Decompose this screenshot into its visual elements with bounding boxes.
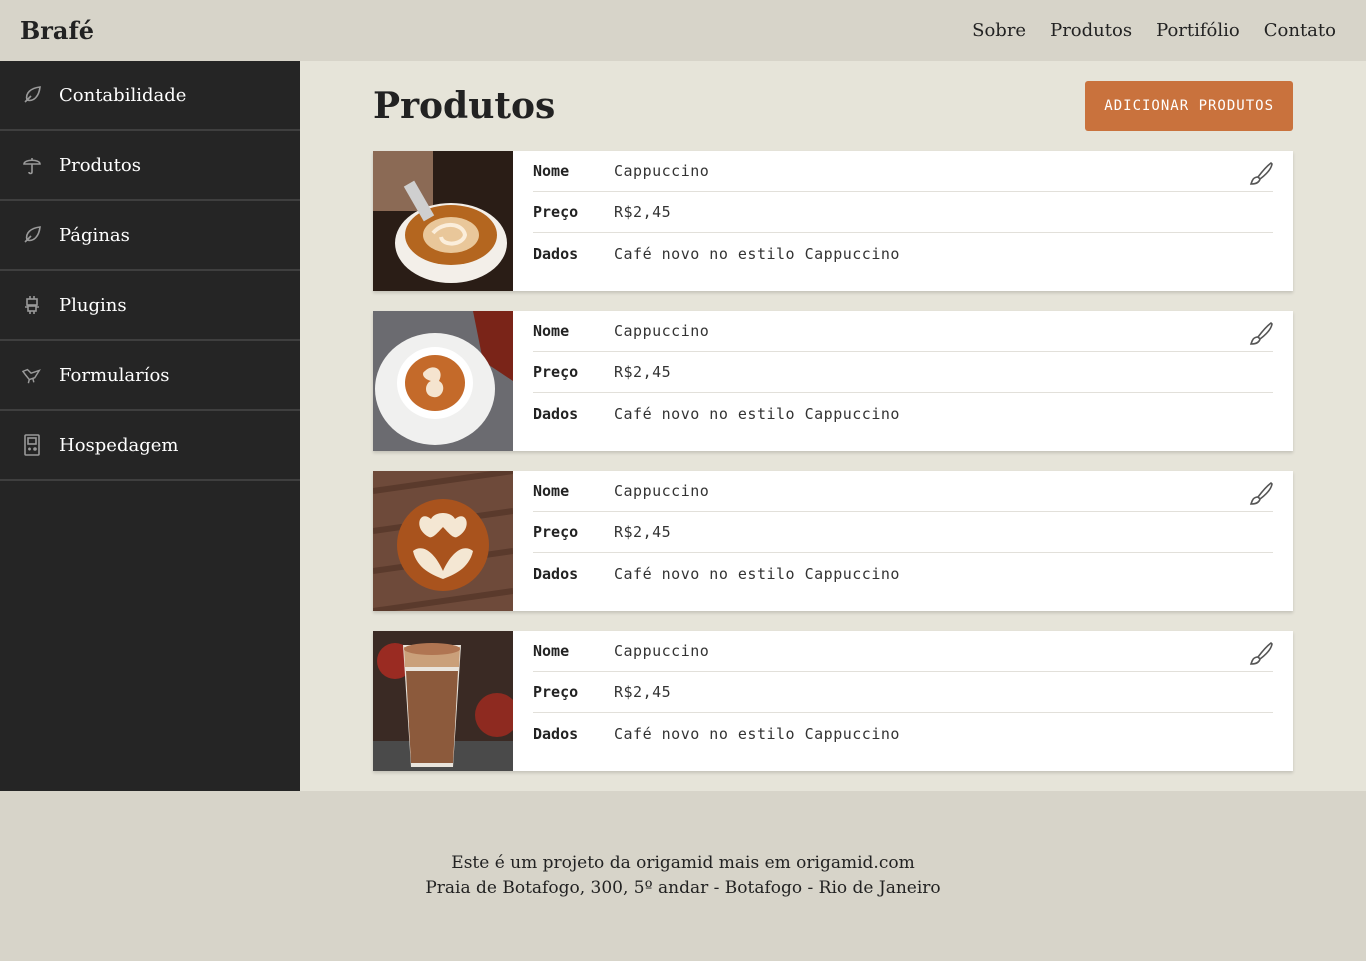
bird-icon — [22, 364, 42, 386]
nav-link-sobre[interactable]: Sobre — [972, 20, 1026, 41]
field-label-dados: Dados — [533, 564, 579, 583]
gameboy-icon — [22, 434, 42, 456]
sidebar-item-label: Contabilidade — [59, 84, 187, 106]
leaf-icon — [22, 224, 42, 246]
field-label-dados: Dados — [533, 244, 579, 263]
main-content: Produtos ADICIONAR PRODUTOS Nome Cappucci… — [300, 61, 1366, 791]
product-description: Café novo no estilo Cappuccino — [614, 244, 900, 263]
umbrella-icon — [22, 154, 42, 176]
field-label-nome: Nome — [533, 642, 570, 660]
product-card: Nome Cappuccino Preço R$2,45 Dados Café nov… — [373, 471, 1293, 611]
field-label-nome: Nome — [533, 482, 570, 500]
product-image — [373, 631, 513, 771]
sidebar-item-paginas[interactable]: Páginas — [0, 201, 300, 271]
sidebar-item-label: Páginas — [59, 224, 130, 246]
product-price: R$2,45 — [614, 523, 672, 541]
footer-address: Praia de Botafogo, 300, 5º andar - Botaf… — [425, 878, 941, 898]
sidebar-item-hospedagem[interactable]: Hospedagem — [0, 411, 300, 481]
field-label-nome: Nome — [533, 322, 570, 340]
product-name: Cappuccino — [614, 642, 710, 660]
sidebar-item-label: Hospedagem — [59, 434, 179, 456]
product-image — [373, 471, 513, 611]
field-label-nome: Nome — [533, 162, 570, 180]
field-label-preco: Preço — [533, 523, 579, 541]
top-header: Brafé Sobre Produtos Portifólio Contato — [0, 0, 1366, 61]
product-price: R$2,45 — [614, 363, 672, 381]
brush-edit-icon[interactable] — [1247, 160, 1275, 188]
field-label-preco: Preço — [533, 683, 579, 701]
sidebar-item-label: Plugins — [59, 294, 127, 316]
brand-logo[interactable]: Brafé — [20, 16, 94, 45]
brush-edit-icon[interactable] — [1247, 640, 1275, 668]
footer-credit: Este é um projeto da origamid mais em or… — [451, 853, 915, 873]
product-name: Cappuccino — [614, 322, 710, 340]
product-card: Nome Cappuccino Preço R$2,45 Dados Café nov… — [373, 151, 1293, 291]
sidebar-item-contabilidade[interactable]: Contabilidade — [0, 61, 300, 131]
field-label-preco: Preço — [533, 203, 579, 221]
leaf-icon — [22, 84, 42, 106]
top-nav: Sobre Produtos Portifólio Contato — [972, 20, 1346, 41]
product-image — [373, 311, 513, 451]
robot-icon — [22, 294, 42, 316]
product-name: Cappuccino — [614, 162, 710, 180]
sidebar-item-label: Produtos — [59, 154, 141, 176]
product-image — [373, 151, 513, 291]
sidebar-item-plugins[interactable]: Plugins — [0, 271, 300, 341]
product-description: Café novo no estilo Cappuccino — [614, 404, 900, 423]
product-price: R$2,45 — [614, 683, 672, 701]
brush-edit-icon[interactable] — [1247, 320, 1275, 348]
sidebar-item-produtos[interactable]: Produtos — [0, 131, 300, 201]
sidebar-item-label: Formularíos — [59, 364, 170, 386]
product-card: Nome Cappuccino Preço R$2,45 Dados Café nov… — [373, 311, 1293, 451]
nav-link-contato[interactable]: Contato — [1264, 20, 1336, 41]
product-name: Cappuccino — [614, 482, 710, 500]
page-title: Produtos — [373, 85, 556, 127]
product-price: R$2,45 — [614, 203, 672, 221]
sidebar: Contabilidade Produtos Páginas Plugins F… — [0, 61, 300, 791]
field-label-dados: Dados — [533, 404, 579, 423]
sidebar-item-formularios[interactable]: Formularíos — [0, 341, 300, 411]
nav-link-produtos[interactable]: Produtos — [1050, 20, 1132, 41]
brush-edit-icon[interactable] — [1247, 480, 1275, 508]
field-label-preco: Preço — [533, 363, 579, 381]
product-card: Nome Cappuccino Preço R$2,45 Dados Café nov… — [373, 631, 1293, 771]
footer: Este é um projeto da origamid mais em or… — [0, 791, 1366, 961]
field-label-dados: Dados — [533, 724, 579, 743]
product-description: Café novo no estilo Cappuccino — [614, 564, 900, 583]
add-products-button[interactable]: ADICIONAR PRODUTOS — [1085, 81, 1293, 131]
product-description: Café novo no estilo Cappuccino — [614, 724, 900, 743]
nav-link-portifolio[interactable]: Portifólio — [1156, 20, 1240, 41]
